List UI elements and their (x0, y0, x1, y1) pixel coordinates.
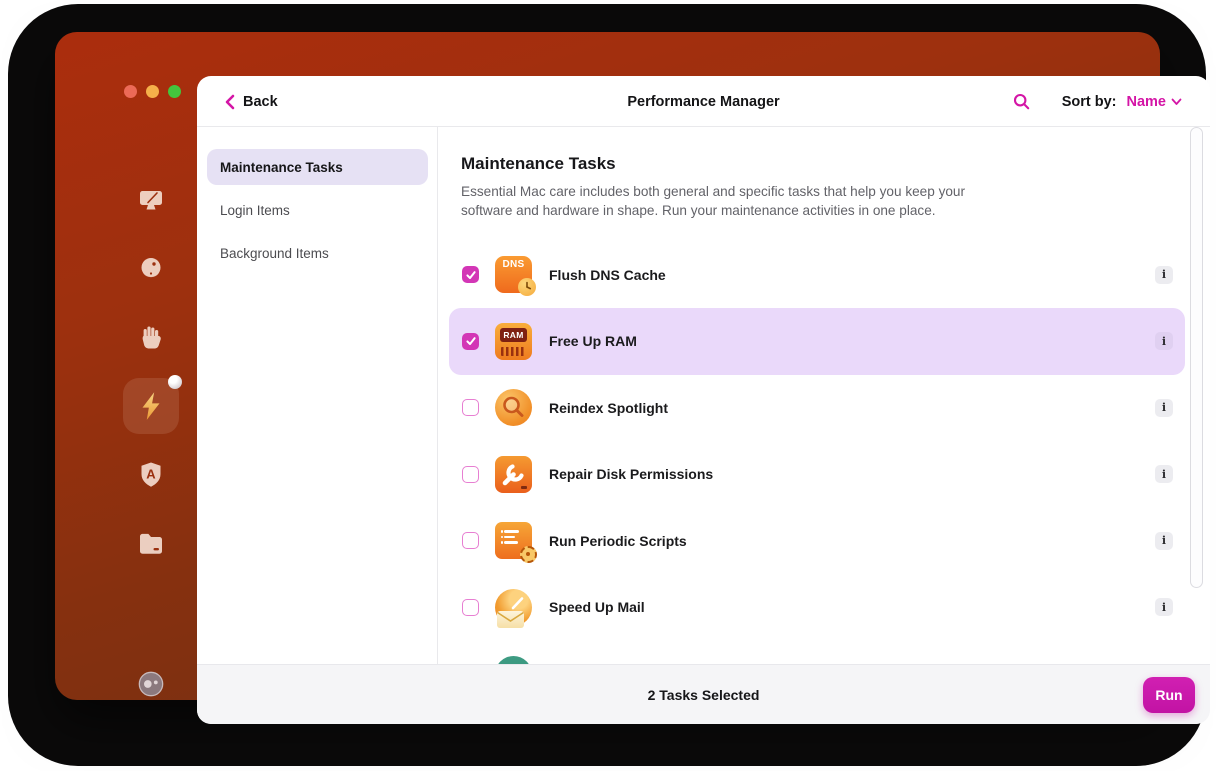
periodic-scripts-icon (495, 522, 537, 564)
info-button[interactable]: i (1155, 465, 1173, 484)
task-label: Flush DNS Cache (549, 266, 666, 283)
sidebar-item-cleanup[interactable] (129, 178, 173, 222)
sidebar-item-files[interactable] (129, 521, 173, 565)
task-label: Reindex Spotlight (549, 399, 668, 416)
disk-permissions-icon (495, 455, 532, 493)
applications-shield-icon: A (141, 462, 161, 487)
task-row[interactable]: Run Periodic Scripts i (449, 508, 1185, 575)
notification-dot (168, 375, 182, 389)
search-icon[interactable] (1013, 93, 1030, 110)
dns-cache-icon: DNS (495, 256, 536, 297)
ram-icon: RAM (495, 322, 532, 360)
cleanup-icon (140, 191, 162, 210)
task-checkbox[interactable] (462, 399, 479, 417)
content-description: Essential Mac care includes both general… (461, 184, 966, 218)
task-label: Run Periodic Scripts (549, 532, 687, 549)
task-icon (495, 389, 532, 427)
task-row[interactable]: Reindex Spotlight i (449, 375, 1185, 442)
task-row[interactable]: Repair Disk Permissions i (449, 441, 1185, 508)
task-checkbox[interactable] (462, 332, 479, 350)
sidebar-item-privacy[interactable] (129, 316, 173, 360)
task-checkbox[interactable] (462, 532, 479, 550)
back-label: Back (243, 93, 278, 110)
info-button[interactable]: i (1155, 531, 1173, 550)
nav-item-login-items[interactable]: Login Items (207, 192, 428, 228)
chevron-left-icon (225, 94, 235, 109)
sort-value: Name (1126, 93, 1167, 110)
sidebar-item-assistant[interactable] (129, 662, 173, 706)
task-icon: RAM (495, 322, 532, 360)
main-panel: Back Performance Manager Sort by: Name M… (197, 76, 1210, 724)
task-checkbox[interactable] (462, 266, 479, 284)
task-row[interactable]: RAM Free Up RAM i (449, 308, 1185, 375)
hand-icon (142, 326, 161, 349)
task-icon: DNS (495, 256, 536, 297)
section-nav: Maintenance Tasks Login Items Background… (197, 127, 438, 664)
content-heading: Maintenance Tasks (461, 154, 616, 173)
sort-dropdown[interactable]: Name (1127, 94, 1183, 110)
app-window: A Back Performance Manager Sort by: Name… (55, 32, 1210, 724)
nav-item-background-items[interactable]: Background Items (207, 235, 428, 271)
panel-header: Back Performance Manager Sort by: Name (197, 76, 1210, 127)
gear-badge-icon (520, 546, 537, 564)
task-checkbox[interactable] (462, 465, 479, 483)
info-button[interactable]: i (1155, 332, 1173, 351)
sidebar-item-applications[interactable]: A (129, 453, 173, 497)
partial-task-icon (495, 656, 532, 664)
window-controls (124, 85, 181, 98)
assistant-icon (138, 671, 164, 697)
task-icon (495, 455, 532, 493)
task-row[interactable]: Speed Up Mail i (449, 574, 1185, 641)
spotlight-icon (495, 389, 532, 427)
page-title: Performance Manager (627, 93, 780, 110)
task-label: Repair Disk Permissions (549, 466, 714, 483)
footer-bar: 2 Tasks Selected Run (197, 664, 1210, 724)
nav-item-label: Login Items (220, 202, 290, 218)
tasks-selected-status: 2 Tasks Selected (647, 687, 760, 703)
screenshot-stage: A Back Performance Manager Sort by: Name… (0, 0, 1216, 771)
zoom-button[interactable] (168, 85, 181, 98)
task-label: Speed Up Mail (549, 599, 645, 616)
envelope-icon (497, 610, 524, 628)
back-button[interactable]: Back (225, 76, 278, 127)
minimize-button[interactable] (146, 85, 159, 98)
info-button[interactable]: i (1155, 265, 1173, 284)
info-button[interactable]: i (1155, 398, 1173, 417)
check-icon (465, 337, 476, 346)
clock-badge-icon (518, 278, 536, 297)
task-icon (495, 522, 537, 564)
folder-icon (140, 533, 162, 554)
sidebar-item-speed-active[interactable] (123, 375, 182, 434)
task-icon (495, 588, 532, 628)
nav-item-label: Maintenance Tasks (220, 159, 343, 175)
content-area: Maintenance Tasks Essential Mac care inc… (439, 127, 1210, 664)
task-checkbox[interactable] (462, 598, 479, 616)
task-list: DNS Flush DNS Cache i RAM Free Up RAM i (449, 242, 1185, 641)
mail-speed-icon (495, 588, 532, 628)
header-right: Sort by: Name (1013, 76, 1182, 127)
run-button[interactable]: Run (1143, 677, 1195, 713)
svg-text:A: A (146, 467, 156, 482)
nav-item-maintenance-tasks[interactable]: Maintenance Tasks (207, 149, 428, 185)
ball-icon (141, 258, 161, 278)
scrollbar-thumb[interactable] (1190, 127, 1203, 588)
task-label: Free Up RAM (549, 333, 637, 350)
check-icon (465, 270, 476, 279)
lightning-icon (142, 392, 160, 420)
sort-by-label: Sort by: (1061, 93, 1117, 110)
close-button[interactable] (124, 85, 137, 98)
sidebar-item-protection[interactable] (129, 247, 173, 291)
nav-item-label: Background Items (220, 245, 329, 261)
chevron-down-icon (1171, 98, 1182, 105)
task-row[interactable]: DNS Flush DNS Cache i (449, 242, 1185, 309)
info-button[interactable]: i (1155, 598, 1173, 617)
